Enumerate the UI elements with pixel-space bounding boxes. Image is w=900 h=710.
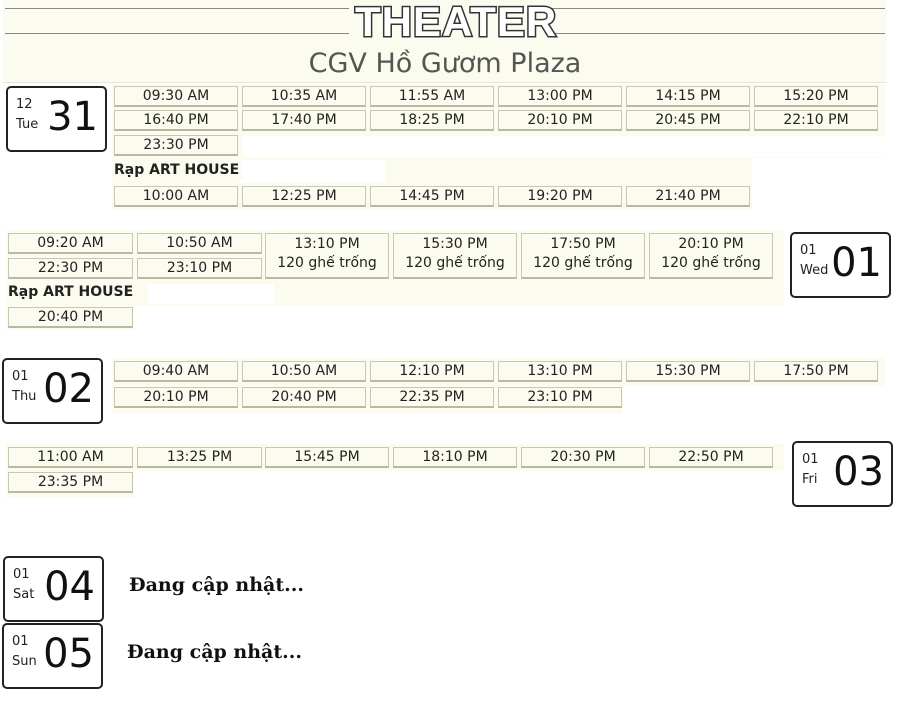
showtime-slot[interactable]: 20:45 PM — [626, 110, 750, 131]
showtime-slot[interactable]: 17:40 PM — [242, 110, 366, 131]
spacer — [752, 158, 885, 210]
date-weekday: Tue — [16, 117, 39, 132]
seats-available: 120 ghế trống — [405, 255, 505, 271]
hall-label: Rạp ART HOUSE — [8, 284, 146, 301]
showtime-time: 17:50 PM — [550, 236, 616, 252]
showtime-slot[interactable]: 13:10 PM — [498, 361, 622, 382]
showtime-slot[interactable]: 20:10 PM 120 ghế trống — [649, 233, 773, 279]
showtime-slot[interactable]: 22:10 PM — [754, 110, 878, 131]
date-weekday: Sun — [12, 654, 37, 669]
spacer — [134, 306, 784, 330]
showtime-slot[interactable]: 15:20 PM — [754, 86, 878, 107]
updating-status: Đang cập nhật... — [127, 641, 302, 663]
date-box-day-3[interactable]: 01 Thu 02 — [2, 358, 103, 424]
date-box-day-2[interactable]: 01 Wed 01 — [790, 232, 891, 298]
date-day: 04 — [44, 564, 95, 610]
date-weekday: Sat — [13, 587, 35, 602]
showtime-time: 13:10 PM — [294, 236, 360, 252]
showtime-slot[interactable]: 12:10 PM — [370, 361, 494, 382]
showtime-slot[interactable]: 15:30 PM 120 ghế trống — [393, 233, 517, 279]
date-box-day-6[interactable]: 01 Sun 05 — [2, 623, 103, 689]
showtime-slot[interactable]: 13:10 PM 120 ghế trống — [265, 233, 389, 279]
showtime-slot[interactable]: 09:20 AM — [8, 233, 133, 254]
theater-name: CGV Hồ Gươm Plaza — [308, 48, 582, 79]
showtime-slot[interactable]: 14:45 PM — [370, 186, 494, 207]
showtime-slot[interactable]: 22:35 PM — [370, 387, 494, 408]
spacer — [134, 471, 784, 498]
showtime-slot[interactable]: 19:20 PM — [498, 186, 622, 207]
date-weekday: Wed — [800, 263, 829, 278]
header: THEATER CGV Hồ Gươm Plaza — [3, 0, 887, 83]
showtime-slot[interactable]: 20:40 PM — [242, 387, 366, 408]
showtime-slot[interactable]: 17:50 PM 120 ghế trống — [521, 233, 645, 279]
date-month: 12 — [16, 97, 33, 112]
showtime-slot[interactable]: 09:30 AM — [114, 86, 238, 107]
spacer — [240, 160, 385, 183]
showtime-slot[interactable]: 12:25 PM — [242, 186, 366, 207]
showtime-slot[interactable]: 18:25 PM — [370, 110, 494, 131]
updating-status: Đang cập nhật... — [129, 574, 304, 596]
spacer — [148, 284, 274, 304]
date-month: 01 — [12, 369, 29, 384]
date-weekday: Fri — [802, 472, 818, 487]
showtime-slot[interactable]: 23:30 PM — [114, 135, 238, 156]
date-month: 01 — [802, 452, 819, 467]
date-box-day-4[interactable]: 01 Fri 03 — [792, 441, 893, 507]
showtime-slot[interactable]: 16:40 PM — [114, 110, 238, 131]
header-rule-top-left — [5, 8, 349, 9]
showtime-slot[interactable]: 13:00 PM — [498, 86, 622, 107]
showtime-slot[interactable]: 20:10 PM — [498, 110, 622, 131]
seats-available: 120 ghế trống — [661, 255, 761, 271]
showtime-slot[interactable]: 20:40 PM — [8, 307, 133, 328]
header-rule-bottom-right — [545, 33, 885, 34]
date-month: 01 — [13, 567, 30, 582]
showtime-slot[interactable]: 17:50 PM — [754, 361, 878, 382]
date-day: 01 — [831, 240, 882, 286]
showtime-slot[interactable]: 23:35 PM — [8, 472, 133, 493]
showtime-slot[interactable]: 23:10 PM — [137, 258, 262, 279]
showtime-slot[interactable]: 15:30 PM — [626, 361, 750, 382]
showtime-time: 15:30 PM — [422, 236, 488, 252]
showtime-slot[interactable]: 10:50 AM — [242, 361, 366, 382]
showtime-slot[interactable]: 11:55 AM — [370, 86, 494, 107]
hall-label: Rạp ART HOUSE — [114, 162, 242, 179]
seats-available: 120 ghế trống — [533, 255, 633, 271]
header-rule-bottom-left — [5, 33, 349, 34]
date-weekday: Thu — [12, 389, 37, 404]
header-rule-top-right — [545, 8, 885, 9]
date-day: 03 — [833, 449, 884, 495]
showtime-slot[interactable]: 21:40 PM — [626, 186, 750, 207]
date-day: 05 — [43, 631, 94, 677]
showtime-slot[interactable]: 22:50 PM — [649, 447, 773, 468]
showtime-slot[interactable]: 10:35 AM — [242, 86, 366, 107]
seats-available: 120 ghế trống — [277, 255, 377, 271]
date-month: 01 — [12, 634, 29, 649]
date-day: 31 — [47, 94, 98, 140]
date-month: 01 — [800, 243, 817, 258]
showtime-slot[interactable]: 10:00 AM — [114, 186, 238, 207]
date-box-day-1[interactable]: 12 Tue 31 — [6, 86, 107, 152]
showtime-time: 20:10 PM — [678, 236, 744, 252]
showtime-slot[interactable]: 10:50 AM — [137, 233, 262, 254]
showtime-slot[interactable]: 20:30 PM — [521, 447, 645, 468]
showtime-slot[interactable]: 11:00 AM — [8, 447, 133, 468]
showtime-slot[interactable]: 23:10 PM — [498, 387, 622, 408]
showtime-slot[interactable]: 18:10 PM — [393, 447, 517, 468]
showtime-slot[interactable]: 09:40 AM — [114, 361, 238, 382]
spacer — [243, 136, 885, 157]
theater-logo: THEATER — [354, 0, 558, 45]
showtime-slot[interactable]: 13:25 PM — [137, 447, 262, 468]
spacer — [623, 386, 885, 414]
showtime-slot[interactable]: 20:10 PM — [114, 387, 238, 408]
date-box-day-5[interactable]: 01 Sat 04 — [3, 556, 104, 622]
showtime-slot[interactable]: 22:30 PM — [8, 258, 133, 279]
date-day: 02 — [43, 366, 94, 412]
showtime-slot[interactable]: 15:45 PM — [265, 447, 389, 468]
showtime-slot[interactable]: 14:15 PM — [626, 86, 750, 107]
